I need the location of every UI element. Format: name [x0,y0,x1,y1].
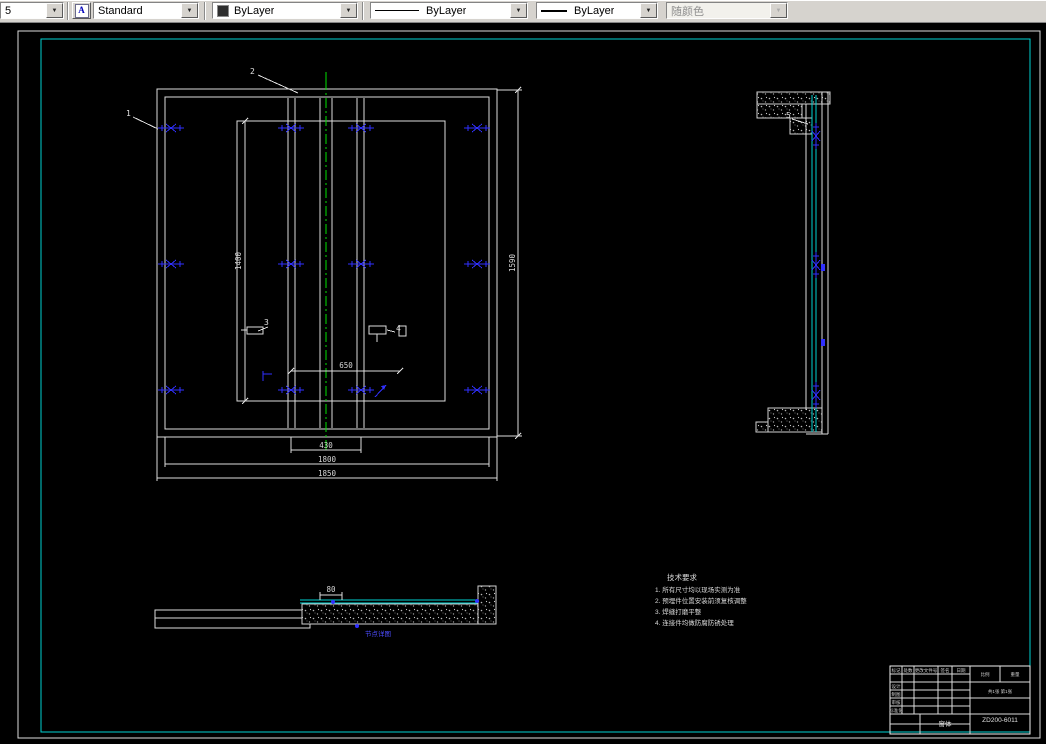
detail-section: 80 节点详图 [154,585,497,638]
tb-sheet-label: 共1张 第1张 [988,688,1013,695]
drawing-canvas[interactable]: 1400 1590 650 430 1800 1850 1 2 3 4 5 80… [0,22,1046,744]
style-combo[interactable]: Standard ▼ [93,2,199,19]
blue-detail-marks [262,371,387,398]
color-swatch-icon [217,4,229,17]
linetype-combo[interactable]: ByLayer ▼ [370,2,528,19]
lineweight-sample-icon [541,9,567,12]
callout-3: 3 [264,318,269,327]
chevron-down-icon[interactable]: ▼ [510,3,527,18]
anchor-markers [157,123,491,395]
notes-title: 技术要求 [667,572,697,582]
callout-5: 5 [786,111,791,120]
tb-weight-label: 重量 [1011,671,1020,678]
style-combo-value: Standard [98,4,143,17]
section-view: 5 [755,91,831,435]
text-style-button[interactable]: A [72,2,91,19]
cad-application-window: 5 ▼ A Standard ▼ ByLayer ▼ ByLayer ▼ ByL… [0,0,1046,744]
leader-callouts: 1 2 3 4 [126,67,401,333]
tb-scale-label: 比例 [981,671,990,678]
chevron-down-icon[interactable]: ▼ [46,3,63,18]
note-item: 2. 预埋件位置安装前须复核调整 [655,596,747,605]
tb-standardize: 标准化 [889,707,903,714]
object-properties-toolbar: 5 ▼ A Standard ▼ ByLayer ▼ ByLayer ▼ ByL… [0,0,1046,23]
chevron-down-icon[interactable]: ▼ [181,3,198,18]
tb-check: 审核 [892,699,901,706]
plotstyle-combo: 随颜色 ▼ [666,2,788,19]
toolbar-separator [204,2,206,20]
linetype-sample-icon [375,10,419,11]
callout-2: 2 [250,67,255,76]
dim-outer-height: 1590 [508,253,517,272]
tb-drawing-number: ZD200-6011 [982,717,1018,724]
dim-detail-width: 80 [326,585,336,594]
note-item: 4. 连接件均做防腐防锈处理 [655,618,734,627]
color-combo[interactable]: ByLayer ▼ [212,2,358,19]
dim-panel-width: 650 [339,361,353,370]
callout-4: 4 [396,324,401,333]
note-item: 3. 焊缝打磨平整 [655,607,702,616]
tb-design: 设计 [892,683,901,690]
toolbar-separator [362,2,364,20]
chevron-down-icon[interactable]: ▼ [640,3,657,18]
layer-combo[interactable]: 5 ▼ [0,2,64,19]
text-style-icon: A [74,3,89,18]
tb-part-name: 窗体 [939,719,953,728]
tb-draft: 制图 [892,691,901,698]
plan-view: 1400 1590 650 430 1800 1850 1 2 3 4 [126,67,522,481]
dimensions: 1400 1590 650 430 1800 1850 [156,86,522,481]
tb-sign: 签名 [941,667,950,674]
tech-notes: 技术要求 1. 所有尺寸均以现场实测为准 2. 预埋件位置安装前须复核调整 3.… [655,572,747,627]
layer-combo-value: 5 [5,4,12,17]
tb-mark: 标记 [892,667,901,674]
chevron-down-icon: ▼ [770,3,787,18]
tb-file-no: 更改文件号 [915,667,938,674]
plotstyle-combo-value: 随颜色 [671,5,704,18]
note-item: 1. 所有尺寸均以现场实测为准 [655,585,741,594]
dim-inner-width: 1800 [318,455,337,464]
linetype-combo-value: ByLayer [426,4,467,17]
tb-date: 日期 [957,668,966,674]
chevron-down-icon[interactable]: ▼ [340,3,357,18]
callout-1: 1 [126,109,131,118]
dim-overlap-width: 430 [319,441,333,450]
sheet-border [17,30,1041,739]
dim-outer-width: 1850 [318,469,337,478]
tb-count: 处数 [904,667,913,674]
lineweight-combo[interactable]: ByLayer ▼ [536,2,658,19]
color-combo-value: ByLayer [234,4,275,17]
title-block: 标记 处数 更改文件号 签名 日期 设计 制图 审核 标准化 比例 重量 共1张… [889,665,1031,735]
lineweight-combo-value: ByLayer [574,4,615,17]
dim-inner-height: 1400 [234,251,243,270]
detail-label: 节点详图 [365,629,391,638]
toolbar-separator [67,2,69,20]
